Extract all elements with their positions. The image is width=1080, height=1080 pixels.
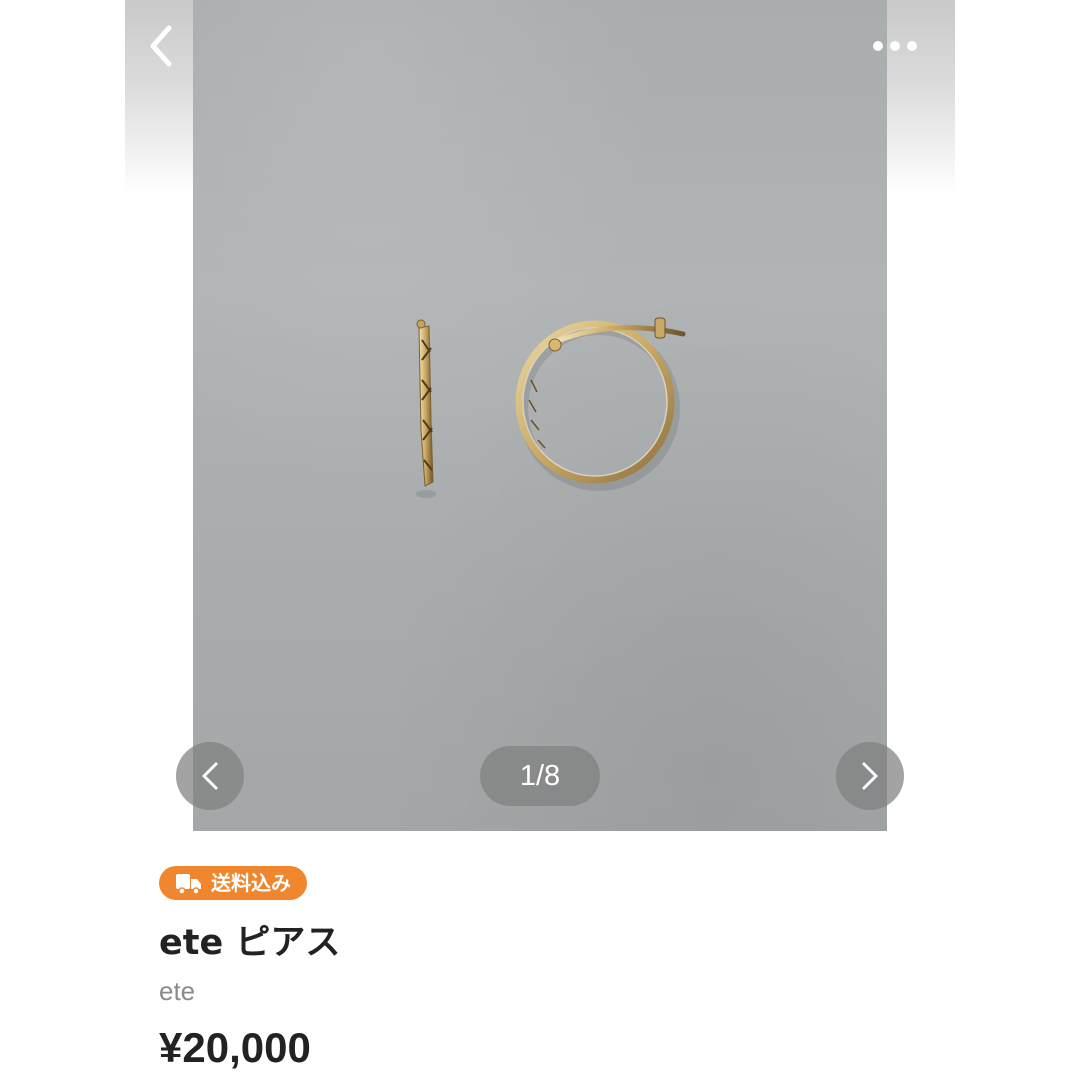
brand-name[interactable]: ete [159,976,195,1007]
ellipsis-horizontal-icon [873,41,917,51]
more-options-button[interactable] [865,28,925,64]
chevron-right-icon [862,762,878,790]
next-image-button[interactable] [836,742,904,810]
product-page: 1/8 送料込み ete ピアス ete ¥20,000 [0,0,1080,1080]
image-counter: 1/8 [480,746,600,806]
truck-icon [176,874,201,895]
chevron-left-icon [202,762,218,790]
shipping-included-badge: 送料込み [159,866,307,900]
left-earring [416,319,436,498]
product-detail-screen: 1/8 送料込み ete ピアス ete ¥20,000 [125,0,955,1080]
product-price: ¥20,000 [159,1024,311,1071]
right-earring [515,317,686,491]
shipping-badge-label: 送料込み [211,871,291,895]
product-title: ete ピアス [159,923,341,963]
earrings-illustration [416,317,686,498]
previous-image-button[interactable] [176,742,244,810]
chevron-left-icon [150,25,172,67]
back-button[interactable] [139,22,187,70]
product-image[interactable] [193,0,887,831]
